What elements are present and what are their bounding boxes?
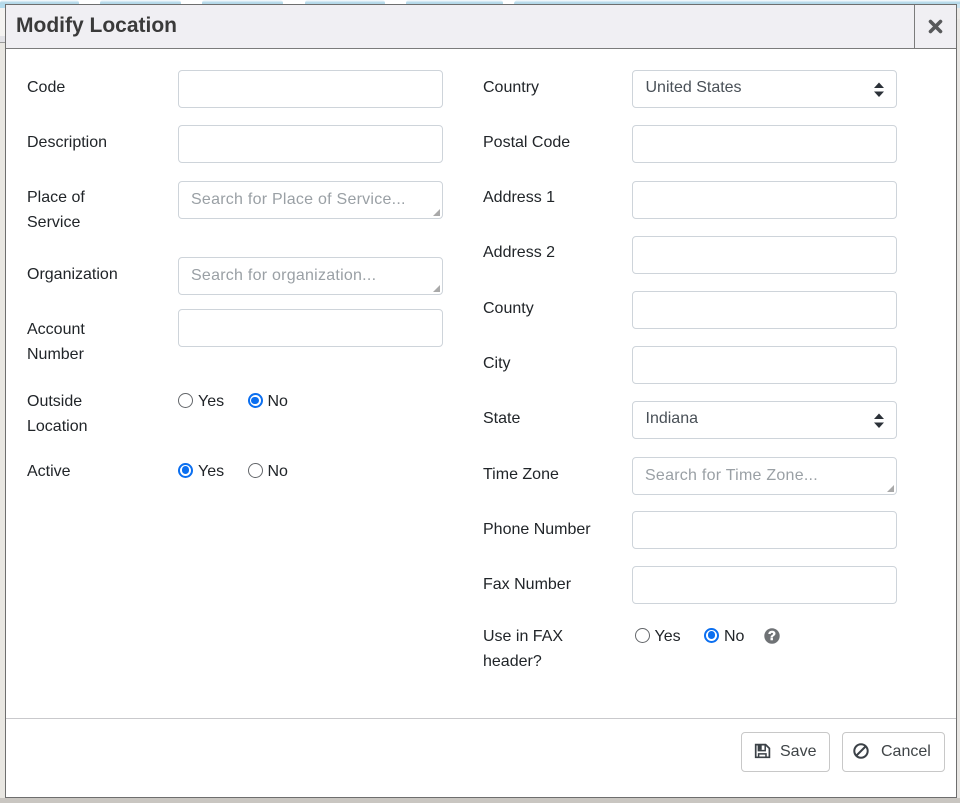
svg-text:?: ? [768, 628, 776, 643]
